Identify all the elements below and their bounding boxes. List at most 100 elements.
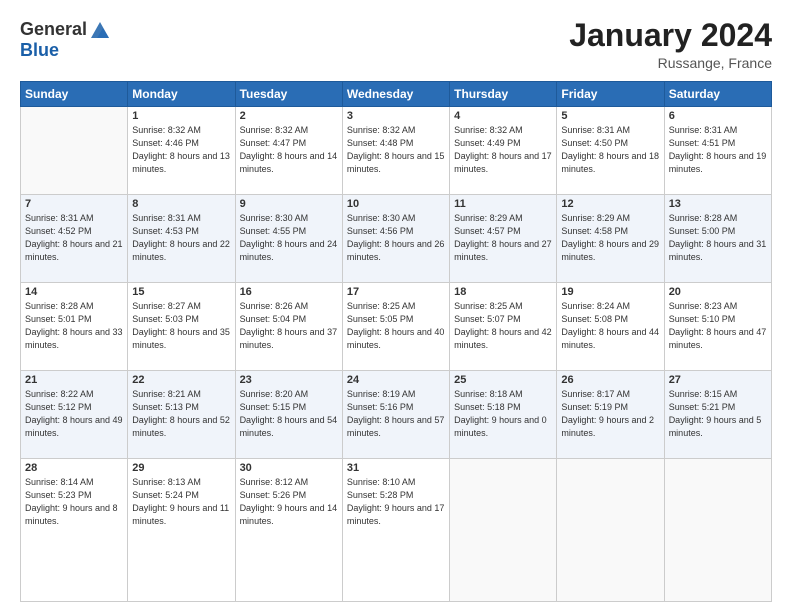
calendar-week-row: 1Sunrise: 8:32 AMSunset: 4:46 PMDaylight… xyxy=(21,107,772,195)
table-row: 18 Sunrise: 8:25 AMSunset: 5:07 PMDayligh… xyxy=(450,283,557,371)
calendar-week-row: 28Sunrise: 8:14 AMSunset: 5:23 PMDayligh… xyxy=(21,459,772,602)
day-number: 14 xyxy=(25,286,123,298)
col-tuesday: Tuesday xyxy=(235,82,342,107)
logo-general-text: General xyxy=(20,19,87,40)
table-row: 14 Sunrise: 8:28 AMSunset: 5:01 PMDayligh… xyxy=(21,283,128,371)
day-number: 10 xyxy=(347,198,445,210)
day-info: Sunrise: 8:28 AMSunset: 5:01 PMDaylight:… xyxy=(25,300,123,352)
calendar-table: Sunday Monday Tuesday Wednesday Thursday… xyxy=(20,81,772,602)
table-row: 4Sunrise: 8:32 AMSunset: 4:49 PMDaylight… xyxy=(450,107,557,195)
day-number: 11 xyxy=(454,198,552,210)
calendar-week-row: 21Sunrise: 8:22 AMSunset: 5:12 PMDayligh… xyxy=(21,371,772,459)
table-row: 13 Sunrise: 8:28 AMSunset: 5:00 PMDayligh… xyxy=(664,195,771,283)
day-info: Sunrise: 8:32 AMSunset: 4:47 PMDaylight:… xyxy=(240,124,338,176)
day-info: Sunrise: 8:30 AMSunset: 4:56 PMDaylight:… xyxy=(347,212,445,264)
day-number: 30 xyxy=(240,462,338,474)
location: Russange, France xyxy=(569,55,772,71)
day-info: Sunrise: 8:10 AMSunset: 5:28 PMDaylight:… xyxy=(347,476,445,528)
table-row: 31 Sunrise: 8:10 AMSunset: 5:28 PMDayligh… xyxy=(342,459,449,602)
day-info: Sunrise: 8:25 AMSunset: 5:05 PMDaylight:… xyxy=(347,300,445,352)
day-number: 12 xyxy=(561,198,659,210)
col-monday: Monday xyxy=(128,82,235,107)
table-row: 8Sunrise: 8:31 AMSunset: 4:53 PMDaylight… xyxy=(128,195,235,283)
table-row: 22 Sunrise: 8:21 AMSunset: 5:13 PMDayligh… xyxy=(128,371,235,459)
title-area: January 2024 Russange, France xyxy=(569,18,772,71)
day-info: Sunrise: 8:17 AMSunset: 5:19 PMDaylight:… xyxy=(561,388,659,440)
table-row: 21Sunrise: 8:22 AMSunset: 5:12 PMDayligh… xyxy=(21,371,128,459)
table-row: 1Sunrise: 8:32 AMSunset: 4:46 PMDaylight… xyxy=(128,107,235,195)
table-row: 7 Sunrise: 8:31 AMSunset: 4:52 PMDaylight… xyxy=(21,195,128,283)
col-friday: Friday xyxy=(557,82,664,107)
day-number: 27 xyxy=(669,374,767,386)
table-row: 17 Sunrise: 8:25 AMSunset: 5:05 PMDayligh… xyxy=(342,283,449,371)
day-number: 26 xyxy=(561,374,659,386)
day-info: Sunrise: 8:27 AMSunset: 5:03 PMDaylight:… xyxy=(132,300,230,352)
calendar-week-row: 14 Sunrise: 8:28 AMSunset: 5:01 PMDayligh… xyxy=(21,283,772,371)
day-info: Sunrise: 8:28 AMSunset: 5:00 PMDaylight:… xyxy=(669,212,767,264)
day-info: Sunrise: 8:18 AMSunset: 5:18 PMDaylight:… xyxy=(454,388,552,440)
table-row xyxy=(21,107,128,195)
page: General Blue January 2024 Russange, Fran… xyxy=(0,0,792,612)
table-row: 15 Sunrise: 8:27 AMSunset: 5:03 PMDayligh… xyxy=(128,283,235,371)
table-row: 20Sunrise: 8:23 AMSunset: 5:10 PMDayligh… xyxy=(664,283,771,371)
day-info: Sunrise: 8:15 AMSunset: 5:21 PMDaylight:… xyxy=(669,388,767,440)
table-row: 3 Sunrise: 8:32 AMSunset: 4:48 PMDaylight… xyxy=(342,107,449,195)
day-number: 28 xyxy=(25,462,123,474)
table-row xyxy=(664,459,771,602)
day-info: Sunrise: 8:23 AMSunset: 5:10 PMDaylight:… xyxy=(669,300,767,352)
day-number: 13 xyxy=(669,198,767,210)
day-info: Sunrise: 8:19 AMSunset: 5:16 PMDaylight:… xyxy=(347,388,445,440)
day-info: Sunrise: 8:32 AMSunset: 4:46 PMDaylight:… xyxy=(132,124,230,176)
table-row: 2Sunrise: 8:32 AMSunset: 4:47 PMDaylight… xyxy=(235,107,342,195)
day-info: Sunrise: 8:21 AMSunset: 5:13 PMDaylight:… xyxy=(132,388,230,440)
day-number: 25 xyxy=(454,374,552,386)
day-info: Sunrise: 8:24 AMSunset: 5:08 PMDaylight:… xyxy=(561,300,659,352)
logo-blue-text: Blue xyxy=(20,40,59,61)
table-row: 9Sunrise: 8:30 AMSunset: 4:55 PMDaylight… xyxy=(235,195,342,283)
day-number: 18 xyxy=(454,286,552,298)
col-wednesday: Wednesday xyxy=(342,82,449,107)
day-info: Sunrise: 8:31 AMSunset: 4:51 PMDaylight:… xyxy=(669,124,767,176)
table-row: 30 Sunrise: 8:12 AMSunset: 5:26 PMDayligh… xyxy=(235,459,342,602)
day-number: 29 xyxy=(132,462,230,474)
table-row: 11Sunrise: 8:29 AMSunset: 4:57 PMDayligh… xyxy=(450,195,557,283)
table-row: 27 Sunrise: 8:15 AMSunset: 5:21 PMDayligh… xyxy=(664,371,771,459)
table-row: 25 Sunrise: 8:18 AMSunset: 5:18 PMDayligh… xyxy=(450,371,557,459)
table-row: 16 Sunrise: 8:26 AMSunset: 5:04 PMDayligh… xyxy=(235,283,342,371)
day-number: 3 xyxy=(347,110,445,122)
day-info: Sunrise: 8:12 AMSunset: 5:26 PMDaylight:… xyxy=(240,476,338,528)
day-number: 7 xyxy=(25,198,123,210)
day-number: 19 xyxy=(561,286,659,298)
day-info: Sunrise: 8:32 AMSunset: 4:48 PMDaylight:… xyxy=(347,124,445,176)
table-row: 10 Sunrise: 8:30 AMSunset: 4:56 PMDayligh… xyxy=(342,195,449,283)
col-thursday: Thursday xyxy=(450,82,557,107)
header: General Blue January 2024 Russange, Fran… xyxy=(20,18,772,71)
day-number: 31 xyxy=(347,462,445,474)
logo-icon xyxy=(89,18,111,40)
day-number: 22 xyxy=(132,374,230,386)
col-sunday: Sunday xyxy=(21,82,128,107)
day-info: Sunrise: 8:31 AMSunset: 4:52 PMDaylight:… xyxy=(25,212,123,264)
table-row: 12 Sunrise: 8:29 AMSunset: 4:58 PMDayligh… xyxy=(557,195,664,283)
day-info: Sunrise: 8:29 AMSunset: 4:58 PMDaylight:… xyxy=(561,212,659,264)
calendar-week-row: 7 Sunrise: 8:31 AMSunset: 4:52 PMDaylight… xyxy=(21,195,772,283)
day-number: 16 xyxy=(240,286,338,298)
day-info: Sunrise: 8:31 AMSunset: 4:50 PMDaylight:… xyxy=(561,124,659,176)
day-number: 24 xyxy=(347,374,445,386)
table-row: 24 Sunrise: 8:19 AMSunset: 5:16 PMDayligh… xyxy=(342,371,449,459)
table-row: 26 Sunrise: 8:17 AMSunset: 5:19 PMDayligh… xyxy=(557,371,664,459)
day-number: 15 xyxy=(132,286,230,298)
day-number: 17 xyxy=(347,286,445,298)
table-row: 29Sunrise: 8:13 AMSunset: 5:24 PMDayligh… xyxy=(128,459,235,602)
day-info: Sunrise: 8:32 AMSunset: 4:49 PMDaylight:… xyxy=(454,124,552,176)
table-row: 28Sunrise: 8:14 AMSunset: 5:23 PMDayligh… xyxy=(21,459,128,602)
day-number: 8 xyxy=(132,198,230,210)
table-row: 23Sunrise: 8:20 AMSunset: 5:15 PMDayligh… xyxy=(235,371,342,459)
day-info: Sunrise: 8:26 AMSunset: 5:04 PMDaylight:… xyxy=(240,300,338,352)
calendar-header-row: Sunday Monday Tuesday Wednesday Thursday… xyxy=(21,82,772,107)
day-info: Sunrise: 8:25 AMSunset: 5:07 PMDaylight:… xyxy=(454,300,552,352)
month-title: January 2024 xyxy=(569,18,772,53)
day-number: 21 xyxy=(25,374,123,386)
table-row: 5Sunrise: 8:31 AMSunset: 4:50 PMDaylight… xyxy=(557,107,664,195)
table-row: 19 Sunrise: 8:24 AMSunset: 5:08 PMDayligh… xyxy=(557,283,664,371)
